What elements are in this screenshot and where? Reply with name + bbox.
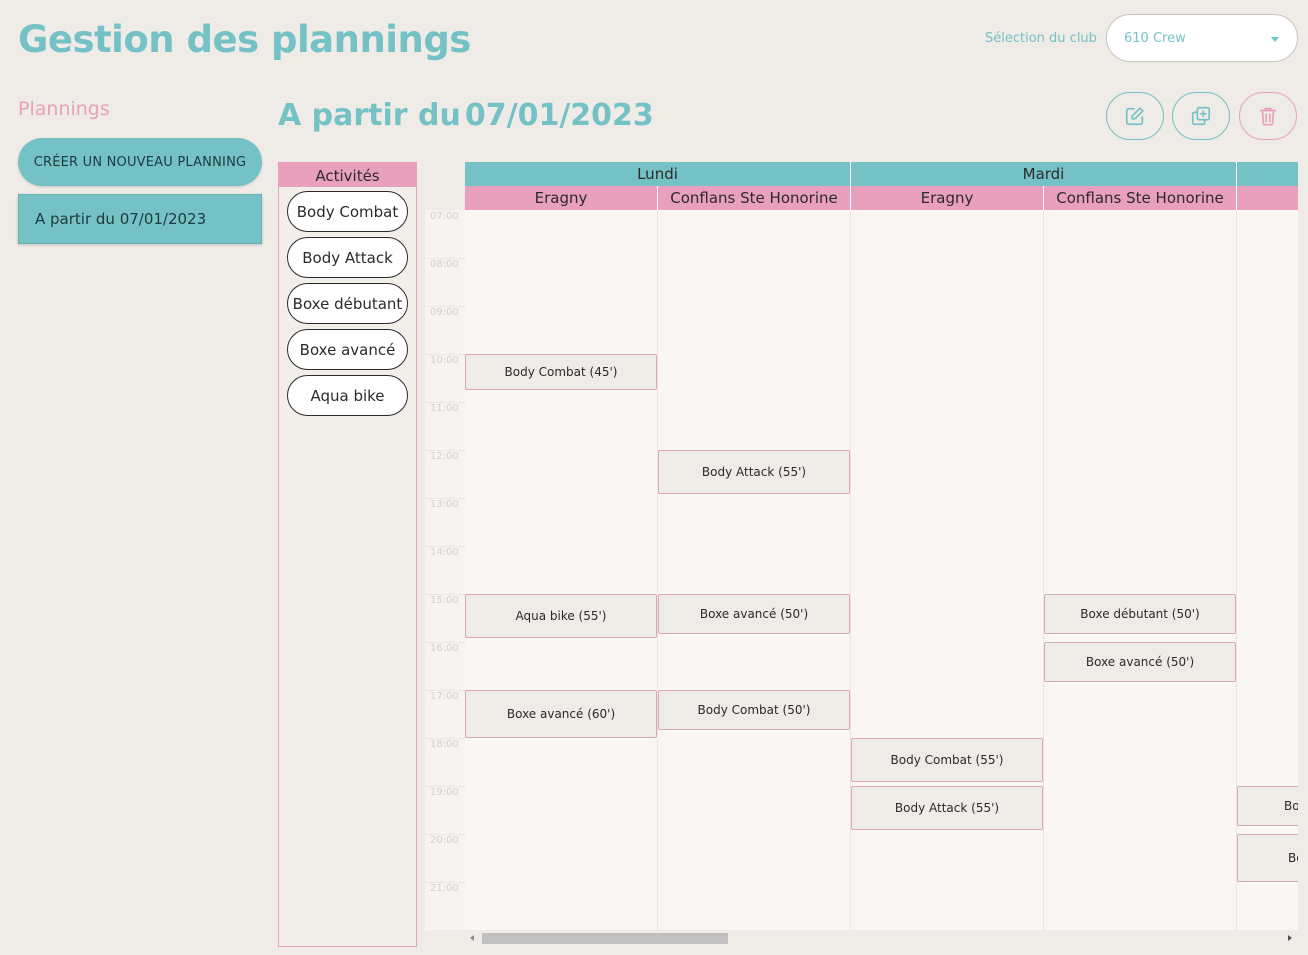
schedule-column[interactable] [1044,210,1237,930]
time-label: 13:00 [430,499,459,510]
activities-header: Activités [279,163,416,187]
schedule-event[interactable]: Body Attack (55') [851,786,1043,830]
duplicate-planning-button[interactable] [1172,92,1230,140]
schedule-column[interactable] [658,210,851,930]
schedule-event[interactable]: Boxe avancé (50') [658,594,850,634]
time-label: 12:00 [430,451,459,462]
activity-chip[interactable]: Boxe avancé [287,329,408,370]
time-label: 14:00 [430,547,459,558]
time-label: 19:00 [430,787,459,798]
schedule-grid: Lundi Mardi Eragny Conflans Ste Honorine… [425,162,1298,930]
time-label: 08:00 [430,259,459,270]
schedule-event[interactable]: Boxe débutant (50') [1044,594,1236,634]
plannings-heading: Plannings [18,98,110,120]
page-title: Gestion des plannings [18,18,471,61]
schedule-event[interactable]: Body Attack (55') [658,450,850,494]
time-label: 16:00 [430,643,459,654]
day-header-next [1237,162,1298,186]
trash-icon [1259,107,1277,126]
schedule-event[interactable]: Body Combat (55') [851,738,1043,782]
time-label: 17:00 [430,691,459,702]
activities-panel: Activités Body Combat Body Attack Boxe d… [278,162,417,947]
time-label: 10:00 [430,355,459,366]
time-label: 18:00 [430,739,459,750]
day-header-lundi: Lundi [465,162,851,186]
delete-planning-button[interactable] [1239,92,1297,140]
chevron-down-icon [1271,37,1279,42]
location-header-next [1237,186,1298,210]
create-planning-button[interactable]: CRÉER UN NOUVEAU PLANNING [18,138,262,186]
scroll-right-icon[interactable] [1288,935,1292,941]
time-label: 20:00 [430,835,459,846]
schedule-column[interactable] [465,210,658,930]
location-header: Eragny [851,186,1044,210]
time-label: 15:00 [430,595,459,606]
time-label: 09:00 [430,307,459,318]
schedule-event[interactable]: Body Combat (45') [465,354,657,390]
club-select-value: 610 Crew [1124,31,1186,46]
activity-chip[interactable]: Body Combat [287,191,408,232]
time-label: 11:00 [430,403,459,414]
horizontal-scrollbar[interactable] [465,930,1298,947]
location-header: Conflans Ste Honorine [658,186,851,210]
schedule-title: A partir du 07/01/2023 [278,98,654,133]
club-select-label: Sélection du club [985,31,1097,46]
club-select[interactable]: 610 Crew [1106,14,1298,62]
schedule-event[interactable]: Bo [1237,786,1298,826]
schedule-event[interactable]: Boxe avancé (50') [1044,642,1236,682]
schedule-title-prefix: A partir du [278,98,461,133]
activity-chip[interactable]: Boxe débutant [287,283,408,324]
activity-chip[interactable]: Aqua bike [287,375,408,416]
planning-list-item[interactable]: A partir du 07/01/2023 [18,194,262,244]
time-label: 07:00 [430,211,459,222]
day-header-mardi: Mardi [851,162,1237,186]
scrollbar-thumb[interactable] [482,933,728,944]
time-axis: 07:00 08:00 09:00 10:00 11:00 12:00 13:0… [425,210,465,930]
scroll-left-icon[interactable] [470,935,474,941]
schedule-event[interactable]: Boxe avancé (60') [465,690,657,738]
schedule-title-date: 07/01/2023 [464,98,654,133]
edit-planning-button[interactable] [1106,92,1164,140]
time-label: 21:00 [430,883,459,894]
duplicate-icon [1191,106,1211,126]
schedule-event[interactable]: Aqua bike (55') [465,594,657,638]
schedule-event[interactable]: Body Combat (50') [658,690,850,730]
edit-icon [1125,107,1144,126]
location-header: Conflans Ste Honorine [1044,186,1237,210]
schedule-event[interactable]: Bo [1237,834,1298,882]
activity-chip[interactable]: Body Attack [287,237,408,278]
location-header: Eragny [465,186,658,210]
